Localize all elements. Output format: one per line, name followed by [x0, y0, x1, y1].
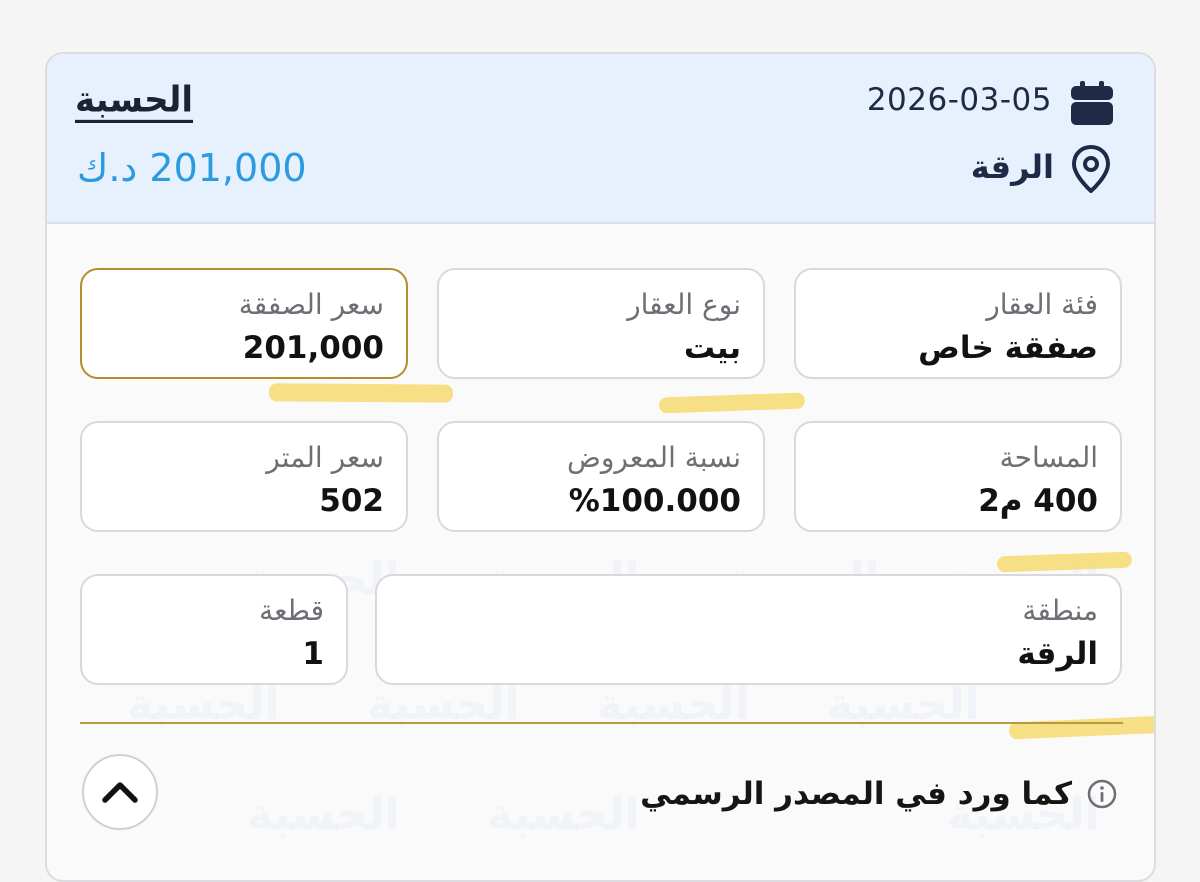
property-type-tile: نوع العقار بيت — [437, 268, 765, 379]
deal-price-label: سعر الصفقة — [238, 288, 384, 321]
map-pin-icon — [1072, 145, 1110, 193]
highlight-mark — [268, 383, 454, 403]
section-divider — [80, 722, 1123, 724]
calendar-icon — [1071, 81, 1113, 125]
chevron-up-icon — [102, 782, 138, 803]
highlight-mark — [996, 551, 1133, 573]
highlight-mark — [1008, 715, 1154, 740]
plot-value: 1 — [302, 636, 324, 672]
watermark: الحسبة — [247, 789, 400, 840]
deal-price-tile: سعر الصفقة 201,000 — [80, 268, 408, 379]
highlight-mark — [658, 392, 806, 414]
area-value: 400 م2 — [978, 483, 1098, 519]
price-display: 201,000 د.ك — [77, 146, 307, 190]
property-category-value: صفقة خاص — [918, 330, 1098, 366]
source-note-text: كما ورد في المصدر الرسمي — [640, 776, 1072, 812]
watermark: الحسبة — [487, 789, 640, 840]
transaction-card: الحسبة الحسبة الحسبة الحسبة الحسبة الحسب… — [45, 52, 1156, 882]
property-type-label: نوع العقار — [627, 288, 741, 321]
plot-tile: قطعة 1 — [80, 574, 348, 685]
property-category-tile: فئة العقار صفقة خاص — [794, 268, 1122, 379]
offered-ratio-tile: نسبة المعروض %100.000 — [437, 421, 765, 532]
price-per-meter-tile: سعر المتر 502 — [80, 421, 408, 532]
area-label: المساحة — [999, 441, 1098, 474]
collapse-button[interactable] — [82, 754, 158, 830]
price-per-meter-label: سعر المتر — [266, 441, 384, 474]
card-header: الحسبة 201,000 د.ك 2026-03-05 الرقة — [47, 54, 1154, 224]
offered-ratio-value: %100.000 — [568, 483, 741, 519]
property-type-value: بيت — [683, 330, 741, 366]
region-tile: منطقة الرقة — [375, 574, 1122, 685]
source-note: كما ورد في المصدر الرسمي — [640, 776, 1118, 812]
transaction-date: 2026-03-05 — [866, 82, 1052, 118]
plot-label: قطعة — [259, 594, 324, 627]
area-tile: المساحة 400 م2 — [794, 421, 1122, 532]
price-per-meter-value: 502 — [319, 483, 384, 519]
location-name: الرقة — [970, 148, 1054, 186]
region-label: منطقة — [1022, 594, 1098, 627]
property-category-label: فئة العقار — [986, 288, 1098, 321]
info-icon — [1087, 779, 1117, 809]
deal-price-value: 201,000 — [242, 330, 384, 366]
offered-ratio-label: نسبة المعروض — [567, 441, 741, 474]
logo: الحسبة — [75, 81, 194, 123]
region-value: الرقة — [1017, 636, 1098, 672]
